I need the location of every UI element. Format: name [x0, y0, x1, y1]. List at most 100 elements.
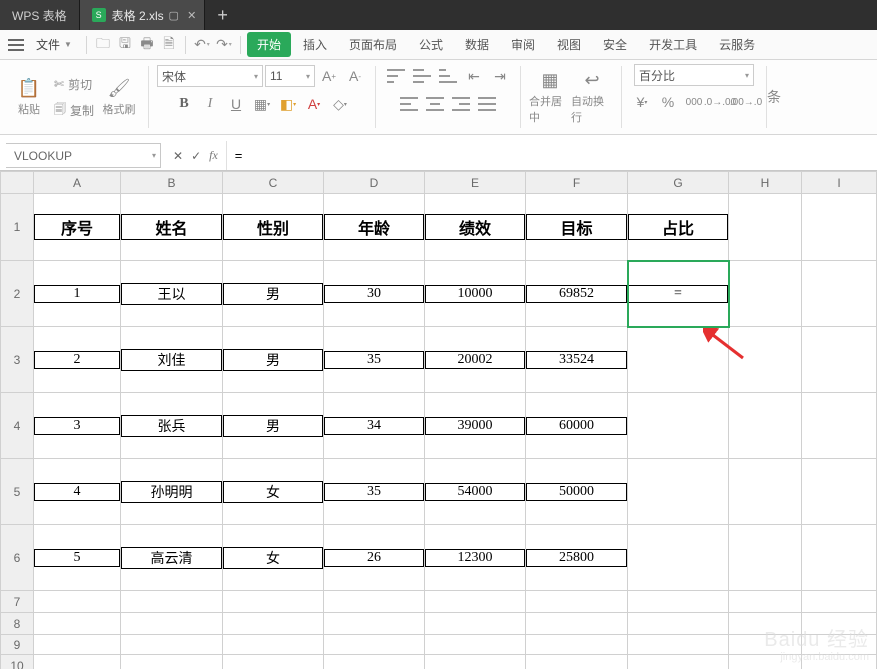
cell-G1[interactable]: 占比 [628, 194, 729, 261]
cell-D2[interactable]: 30 [324, 261, 425, 327]
cell-E3[interactable]: 20002 [425, 327, 526, 393]
row-header-3[interactable]: 3 [1, 327, 34, 393]
file-menu-button[interactable]: 文件 ▼ [28, 34, 80, 55]
format-painter-button[interactable]: 🖌 格式刷 [98, 66, 140, 128]
cell-C8[interactable] [223, 613, 324, 635]
cell-A3[interactable]: 2 [34, 327, 121, 393]
cell-A10[interactable] [34, 655, 121, 669]
cell-I6[interactable] [802, 525, 877, 591]
row-header-8[interactable]: 8 [1, 613, 34, 635]
align-right-button[interactable] [449, 92, 473, 116]
document-tab[interactable]: S 表格 2.xls ▢ ✕ [80, 0, 205, 30]
font-size-select[interactable]: 11 ▾ [265, 65, 315, 87]
cell-G9[interactable] [628, 635, 729, 655]
paste-button[interactable]: 📋 粘贴 [8, 66, 50, 128]
row-header-6[interactable]: 6 [1, 525, 34, 591]
cell-D1[interactable]: 年龄 [324, 194, 425, 261]
open-file-icon[interactable]: 🗀 [93, 35, 113, 55]
cell-A9[interactable] [34, 635, 121, 655]
cell-H3[interactable] [729, 327, 802, 393]
cell-D6[interactable]: 26 [324, 525, 425, 591]
cell-C3[interactable]: 男 [223, 327, 324, 393]
formula-input[interactable] [226, 141, 877, 170]
insert-function-button[interactable]: fx [209, 148, 218, 163]
copy-button[interactable]: 🗐 复制 [54, 100, 94, 120]
new-tab-button[interactable]: + [205, 0, 241, 30]
increase-decimal-button[interactable]: .0→.00 [708, 90, 732, 114]
cell-I1[interactable] [802, 194, 877, 261]
decrease-font-size-button[interactable]: A- [343, 64, 367, 88]
cell-C10[interactable] [223, 655, 324, 669]
cell-G7[interactable] [628, 591, 729, 613]
increase-font-size-button[interactable]: A+ [317, 64, 341, 88]
cell-H5[interactable] [729, 459, 802, 525]
cell-A8[interactable] [34, 613, 121, 635]
column-header-E[interactable]: E [425, 172, 526, 194]
column-header-D[interactable]: D [324, 172, 425, 194]
column-header-C[interactable]: C [223, 172, 324, 194]
column-header-F[interactable]: F [526, 172, 628, 194]
enter-formula-button[interactable]: ✓ [191, 149, 201, 163]
cell-F10[interactable] [526, 655, 628, 669]
cell-I10[interactable] [802, 655, 877, 669]
cell-F2[interactable]: 69852 [526, 261, 628, 327]
select-all-corner[interactable] [1, 172, 34, 194]
cell-I2[interactable] [802, 261, 877, 327]
redo-icon[interactable]: ↷▾ [214, 35, 234, 55]
cell-G10[interactable] [628, 655, 729, 669]
cell-F9[interactable] [526, 635, 628, 655]
column-header-A[interactable]: A [34, 172, 121, 194]
italic-button[interactable]: I [198, 92, 222, 116]
cell-G2[interactable]: = [628, 261, 729, 327]
cell-F1[interactable]: 目标 [526, 194, 628, 261]
cell-C6[interactable]: 女 [223, 525, 324, 591]
cell-A7[interactable] [34, 591, 121, 613]
tab-close-icon[interactable]: ✕ [184, 7, 200, 23]
cell-B8[interactable] [121, 613, 223, 635]
font-name-select[interactable]: 宋体 ▾ [157, 65, 263, 87]
tab-start[interactable]: 开始 [247, 32, 291, 57]
cell-B1[interactable]: 姓名 [121, 194, 223, 261]
decrease-decimal-button[interactable]: .00→.0 [734, 90, 758, 114]
decrease-indent-button[interactable]: ⇤ [462, 64, 486, 88]
tab-view[interactable]: 视图 [547, 32, 591, 57]
align-top-button[interactable] [384, 64, 408, 88]
cell-D4[interactable]: 34 [324, 393, 425, 459]
column-header-H[interactable]: H [729, 172, 802, 194]
cell-B4[interactable]: 张兵 [121, 393, 223, 459]
ribbon-more[interactable]: 条 [767, 60, 781, 134]
app-tab[interactable]: WPS 表格 [0, 0, 80, 30]
tab-security[interactable]: 安全 [593, 32, 637, 57]
thousands-separator-button[interactable]: 000 [682, 90, 706, 114]
align-middle-button[interactable] [410, 64, 434, 88]
underline-button[interactable]: U [224, 92, 248, 116]
cell-D8[interactable] [324, 613, 425, 635]
cell-G6[interactable] [628, 525, 729, 591]
cell-F7[interactable] [526, 591, 628, 613]
row-header-10[interactable]: 10 [1, 655, 34, 669]
cell-E5[interactable]: 54000 [425, 459, 526, 525]
cell-B10[interactable] [121, 655, 223, 669]
cell-G8[interactable] [628, 613, 729, 635]
cell-C2[interactable]: 男 [223, 261, 324, 327]
percent-button[interactable]: % [656, 90, 680, 114]
cell-D9[interactable] [324, 635, 425, 655]
cell-G5[interactable] [628, 459, 729, 525]
align-bottom-button[interactable] [436, 64, 460, 88]
cell-E4[interactable]: 39000 [425, 393, 526, 459]
cell-F6[interactable]: 25800 [526, 525, 628, 591]
cell-C9[interactable] [223, 635, 324, 655]
fill-color-button[interactable]: ◧▾ [276, 92, 300, 116]
cell-H8[interactable] [729, 613, 802, 635]
cell-D10[interactable] [324, 655, 425, 669]
save-icon[interactable]: 🖫 [115, 35, 135, 55]
cell-I8[interactable] [802, 613, 877, 635]
number-format-select[interactable]: 百分比 ▾ [634, 64, 754, 86]
undo-icon[interactable]: ↶▾ [192, 35, 212, 55]
cell-H7[interactable] [729, 591, 802, 613]
cell-E2[interactable]: 10000 [425, 261, 526, 327]
cell-B2[interactable]: 王以 [121, 261, 223, 327]
cell-D5[interactable]: 35 [324, 459, 425, 525]
column-header-G[interactable]: G [628, 172, 729, 194]
tab-review[interactable]: 审阅 [501, 32, 545, 57]
